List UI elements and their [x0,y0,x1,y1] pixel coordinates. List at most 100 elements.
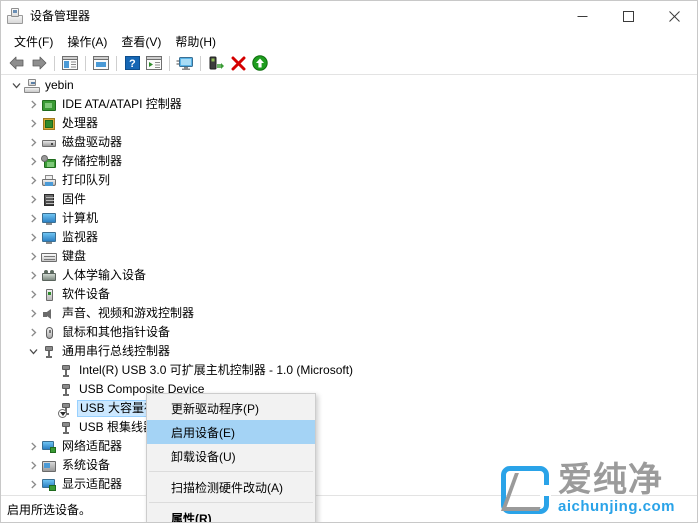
tree-node-usb-root-hub[interactable]: USB 根集线器 [1,418,697,437]
tree-node-usb-composite-device[interactable]: USB Composite Device [1,380,697,399]
tree-node-label: 鼠标和其他指针设备 [62,325,171,339]
tree-node-label: 键盘 [62,249,87,263]
menu-view[interactable]: 查看(V) [114,31,168,53]
tree-node-disk-drives[interactable]: 磁盘驱动器 [1,133,697,152]
display-adapter-icon [41,477,57,493]
computer-root-icon [24,78,40,94]
tree-node-label: 软件设备 [62,287,111,301]
window-controls [559,1,697,31]
tree-node-usb-mass-storage-device[interactable]: USB 大容量存储设备 [1,399,697,418]
tree-node-processor[interactable]: 处理器 [1,114,697,133]
close-button[interactable] [651,1,697,31]
chevron-right-icon[interactable] [25,192,41,208]
monitor-scan-icon [176,56,193,70]
device-tree[interactable]: yebin IDE ATA/ATAPI 控制器 处理器 磁盘驱动器 存储控制器 … [1,76,697,495]
help-question-icon: ? [124,56,140,70]
chevron-right-icon[interactable] [25,211,41,227]
tree-node-intel-usb30[interactable]: Intel(R) USB 3.0 可扩展主机控制器 - 1.0 (Microso… [1,361,697,380]
context-menu[interactable]: 更新驱动程序(P) 启用设备(E) 卸载设备(U) 扫描检测硬件改动(A) 属性… [146,393,316,523]
menu-file[interactable]: 文件(F) [7,31,60,53]
tree-node-label: 打印队列 [62,173,111,187]
tree-node-label: USB 根集线器 [79,420,156,434]
toolbar: ? [1,52,697,74]
watermark: 爱纯净 aichunjing.com [501,463,675,516]
back-button[interactable] [6,53,28,73]
window-title: 设备管理器 [30,9,91,23]
tree-node-ide-controller[interactable]: IDE ATA/ATAPI 控制器 [1,95,697,114]
chevron-right-icon[interactable] [25,268,41,284]
watermark-cn: 爱纯净 [558,461,663,499]
ctx-properties[interactable]: 属性(R) [147,506,315,523]
print-queue-icon [41,173,57,189]
tree-node-label: 处理器 [62,116,99,130]
chevron-right-icon[interactable] [25,97,41,113]
update-driver-button[interactable] [205,53,227,73]
chevron-right-icon[interactable] [25,458,41,474]
chevron-right-icon[interactable] [25,306,41,322]
chevron-right-icon[interactable] [25,135,41,151]
tree-node-label: 计算机 [62,211,99,225]
tree-node-monitors[interactable]: 监视器 [1,228,697,247]
sound-video-game-icon [41,306,57,322]
title-bar: 设备管理器 [1,1,697,31]
menu-bar: 文件(F) 操作(A) 查看(V) 帮助(H) [1,31,697,52]
chevron-right-icon[interactable] [25,116,41,132]
tree-node-print-queues[interactable]: 打印队列 [1,171,697,190]
disable-device-button[interactable] [227,53,249,73]
status-text: 启用所选设备。 [7,502,92,517]
chevron-down-icon[interactable] [25,344,41,360]
menu-action[interactable]: 操作(A) [60,31,114,53]
forward-button[interactable] [28,53,50,73]
usb-device-disabled-icon [58,401,74,418]
chevron-right-icon[interactable] [25,287,41,303]
tree-node-label: 通用串行总线控制器 [62,344,171,358]
chevron-right-icon[interactable] [25,230,41,246]
ctx-update-driver[interactable]: 更新驱动程序(P) [147,396,315,420]
chevron-right-icon[interactable] [25,249,41,265]
menu-help[interactable]: 帮助(H) [168,31,223,53]
disk-drive-icon [41,135,57,151]
chevron-right-icon[interactable] [25,173,41,189]
context-menu-separator [149,471,313,472]
scan-hardware-changes-button[interactable] [174,53,196,73]
chevron-right-icon[interactable] [25,154,41,170]
tree-node-root[interactable]: yebin [1,76,697,95]
device-manager-icon [7,8,23,24]
tree-node-computer[interactable]: 计算机 [1,209,697,228]
toolbar-separator [54,55,55,71]
tree-node-firmware[interactable]: 固件 [1,190,697,209]
usb-device-icon [58,420,74,436]
ctx-scan-hardware-changes[interactable]: 扫描检测硬件改动(A) [147,475,315,499]
show-details-button[interactable] [143,53,165,73]
properties-window-icon [93,56,109,70]
tree-node-label: 系统设备 [62,458,111,472]
chevron-down-icon[interactable] [8,78,24,94]
help-button[interactable]: ? [121,53,143,73]
system-device-icon [41,458,57,474]
ctx-enable-device[interactable]: 启用设备(E) [147,420,315,444]
usb-controller-icon [41,344,57,360]
device-disabled-badge-icon [58,408,67,418]
tree-node-network-adapters[interactable]: 网络适配器 [1,437,697,456]
tree-node-hid-devices[interactable]: 人体学输入设备 [1,266,697,285]
chevron-right-icon[interactable] [25,477,41,493]
toolbar-separator [169,55,170,71]
tree-node-usb-controllers[interactable]: 通用串行总线控制器 [1,342,697,361]
show-hide-console-tree-button[interactable] [59,53,81,73]
console-tree-icon [62,56,78,70]
enable-device-button[interactable] [249,53,271,73]
tree-node-mice[interactable]: 鼠标和其他指针设备 [1,323,697,342]
tree-node-sound-video-game-controllers[interactable]: 声音、视频和游戏控制器 [1,304,697,323]
chevron-right-icon[interactable] [25,439,41,455]
keyboard-icon [41,249,57,265]
tree-node-storage-controllers[interactable]: 存储控制器 [1,152,697,171]
properties-button[interactable] [90,53,112,73]
ide-controller-icon [41,97,57,113]
minimize-button[interactable] [559,1,605,31]
tree-node-software-devices[interactable]: 软件设备 [1,285,697,304]
ctx-uninstall-device[interactable]: 卸载设备(U) [147,444,315,468]
maximize-button[interactable] [605,1,651,31]
context-menu-separator [149,502,313,503]
tree-node-keyboards[interactable]: 键盘 [1,247,697,266]
chevron-right-icon[interactable] [25,325,41,341]
